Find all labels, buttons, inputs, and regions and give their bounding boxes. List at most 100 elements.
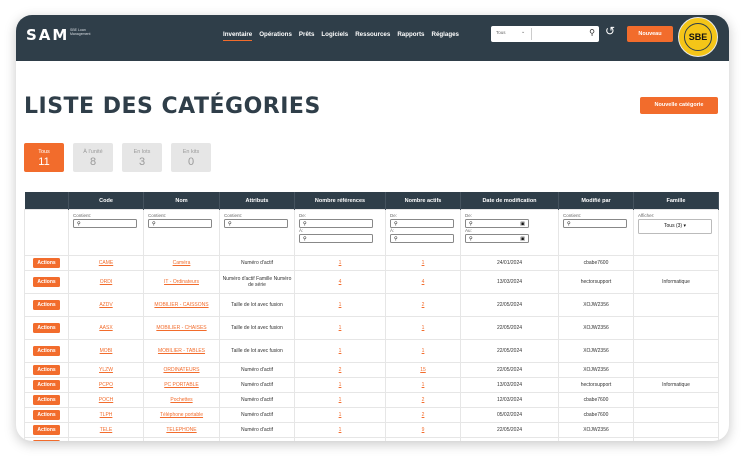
cell-nom-value[interactable]: PC PORTABLE	[164, 382, 199, 388]
cell-actifs-value[interactable]: 1	[422, 325, 425, 331]
col-famille[interactable]: Famille	[633, 192, 719, 210]
cell-actifs: 1	[385, 339, 461, 363]
actions-button[interactable]: Actions	[33, 277, 60, 287]
menu-item-inventaire[interactable]: Inventaire	[223, 31, 253, 41]
actions-button[interactable]: Actions	[33, 395, 60, 405]
cell-actifs-value[interactable]: 2	[422, 302, 425, 308]
filter-modifie-par-input[interactable]: ⚲	[563, 219, 627, 228]
new-button[interactable]: Nouveau	[627, 26, 673, 42]
col-date[interactable]: Date de modification	[460, 192, 559, 210]
actions-button[interactable]: Actions	[33, 346, 60, 356]
cell-nom-value[interactable]: TELEPHONE	[166, 427, 196, 433]
calendar-icon[interactable]: ▣	[520, 220, 525, 229]
actions-button[interactable]: Actions	[33, 365, 60, 375]
search-icon[interactable]: ⚲	[589, 28, 595, 37]
cell-actifs-value[interactable]: 4	[422, 279, 425, 285]
cell-nom-value[interactable]: Caméra	[173, 260, 191, 266]
cell-refs-value[interactable]: 4	[339, 279, 342, 285]
cell-refs-value[interactable]: 2	[339, 367, 342, 373]
menu-item-logiciels[interactable]: Logiciels	[321, 31, 348, 41]
cell-refs-value[interactable]: 1	[339, 325, 342, 331]
filter-date-from-input[interactable]: ⚲ ▣	[465, 219, 529, 228]
cell-actifs-value[interactable]: 15	[420, 367, 426, 373]
cell-code: MOBI	[68, 339, 144, 363]
search-scope-select[interactable]: Tous	[496, 30, 506, 35]
cell-code-value[interactable]: CAME	[99, 260, 113, 266]
app-logo[interactable]: SAM	[26, 26, 69, 44]
cell-refs-value[interactable]: 1	[339, 260, 342, 266]
filter-actifs-from-input[interactable]: ⚲	[390, 219, 454, 228]
cell-refs-value[interactable]: 1	[339, 382, 342, 388]
actions-button[interactable]: Actions	[33, 258, 60, 268]
col-actifs[interactable]: Nombre actifs	[385, 192, 461, 210]
cell-nom-value[interactable]: MOBILIER - CAISSONS	[154, 302, 208, 308]
history-icon[interactable]: ↺	[605, 24, 615, 38]
filter-nom-input[interactable]: ⚲	[148, 219, 212, 228]
cell-famille	[633, 407, 719, 423]
cell-nom-value[interactable]: MOBILIER - TABLES	[158, 348, 205, 354]
menu-item-rapports[interactable]: Rapports	[397, 31, 424, 41]
cell-code-value[interactable]: POCH	[99, 397, 113, 403]
cell-refs-value[interactable]: 1	[339, 397, 342, 403]
actions-button[interactable]: Actions	[33, 425, 60, 435]
actions-button[interactable]: Actions	[33, 300, 60, 310]
new-category-button[interactable]: Nouvelle catégorie	[640, 97, 718, 114]
menu-item-prets[interactable]: Prêts	[299, 31, 314, 41]
filter-code-input[interactable]: ⚲	[73, 219, 137, 228]
col-attributs[interactable]: Attributs	[219, 192, 295, 210]
search-icon: ⚲	[303, 221, 307, 227]
filter-attributs-input[interactable]: ⚲	[224, 219, 288, 228]
cell-code-value[interactable]: TLPH	[100, 412, 113, 418]
filter-actifs-to-input[interactable]: ⚲	[390, 234, 454, 243]
cell-actifs-value[interactable]: 2	[422, 397, 425, 403]
cell-refs-value[interactable]: 1	[339, 348, 342, 354]
chevron-down-icon: ⌄	[521, 29, 526, 35]
cell-modifie-par: cbabe7600	[558, 437, 634, 441]
cell-actifs-value[interactable]: 1	[422, 260, 425, 266]
famille-select[interactable]: Tous (3) ▾	[638, 219, 712, 234]
menu-item-reglages[interactable]: Réglages	[431, 31, 459, 41]
cell-nom-value[interactable]: Pochettes	[170, 397, 192, 403]
actions-button[interactable]: Actions	[33, 380, 60, 390]
stat-tab-unite[interactable]: À l'unité 8	[73, 143, 113, 172]
cell-nom-value[interactable]: ORDINATEURS	[163, 367, 199, 373]
stat-tab-tous[interactable]: Tous 11	[24, 143, 64, 172]
cell-code-value[interactable]: MOBI	[100, 348, 113, 354]
col-nom[interactable]: Nom	[143, 192, 220, 210]
global-search[interactable]: Tous ⌄ ⚲	[491, 26, 599, 42]
cell-actifs-value[interactable]: 1	[422, 382, 425, 388]
cell-code-value[interactable]: YLZW	[99, 367, 113, 373]
col-modifie-par[interactable]: Modifié par	[558, 192, 634, 210]
cell-nom-value[interactable]: IT - Ordinateurs	[164, 279, 199, 285]
cell-code-value[interactable]: AZDV	[99, 302, 112, 308]
cell-modifie-par-value: XOJW2356	[583, 427, 609, 433]
stat-tab-kits[interactable]: En kits 0	[171, 143, 211, 172]
cell-actifs-value[interactable]: 2	[422, 412, 425, 418]
cell-nom-value[interactable]: MOBILIER - CHAISES	[156, 325, 206, 331]
col-refs[interactable]: Nombre références	[294, 192, 386, 210]
cell-nom-value[interactable]: Téléphone portable	[160, 412, 203, 418]
cell-refs-value[interactable]: 1	[339, 412, 342, 418]
filter-refs-to-input[interactable]: ⚲	[299, 234, 373, 243]
actions-button[interactable]: Actions	[33, 440, 60, 441]
menu-item-operations[interactable]: Opérations	[259, 31, 292, 41]
cell-code-value[interactable]: ORDI	[100, 279, 113, 285]
actions-button[interactable]: Actions	[33, 323, 60, 333]
cell-actifs-value[interactable]: 9	[422, 427, 425, 433]
filter-date-to-input[interactable]: ⚲ ▣	[465, 234, 529, 243]
filter-refs-from-input[interactable]: ⚲	[299, 219, 373, 228]
menu-item-ressources[interactable]: Ressources	[355, 31, 390, 41]
col-actions	[24, 192, 69, 210]
cell-code-value[interactable]: TELE	[100, 427, 113, 433]
stat-tab-lots[interactable]: En lots 3	[122, 143, 162, 172]
cell-code-value[interactable]: PCPO	[99, 382, 113, 388]
cell-date: 22/05/2024	[460, 362, 559, 378]
calendar-icon[interactable]: ▣	[520, 235, 525, 244]
sbe-badge[interactable]: SBE	[678, 17, 718, 57]
cell-refs-value[interactable]: 1	[339, 302, 342, 308]
cell-actifs-value[interactable]: 1	[422, 348, 425, 354]
col-code[interactable]: Code	[68, 192, 144, 210]
cell-code-value[interactable]: AASX	[99, 325, 112, 331]
cell-refs-value[interactable]: 1	[339, 427, 342, 433]
actions-button[interactable]: Actions	[33, 410, 60, 420]
